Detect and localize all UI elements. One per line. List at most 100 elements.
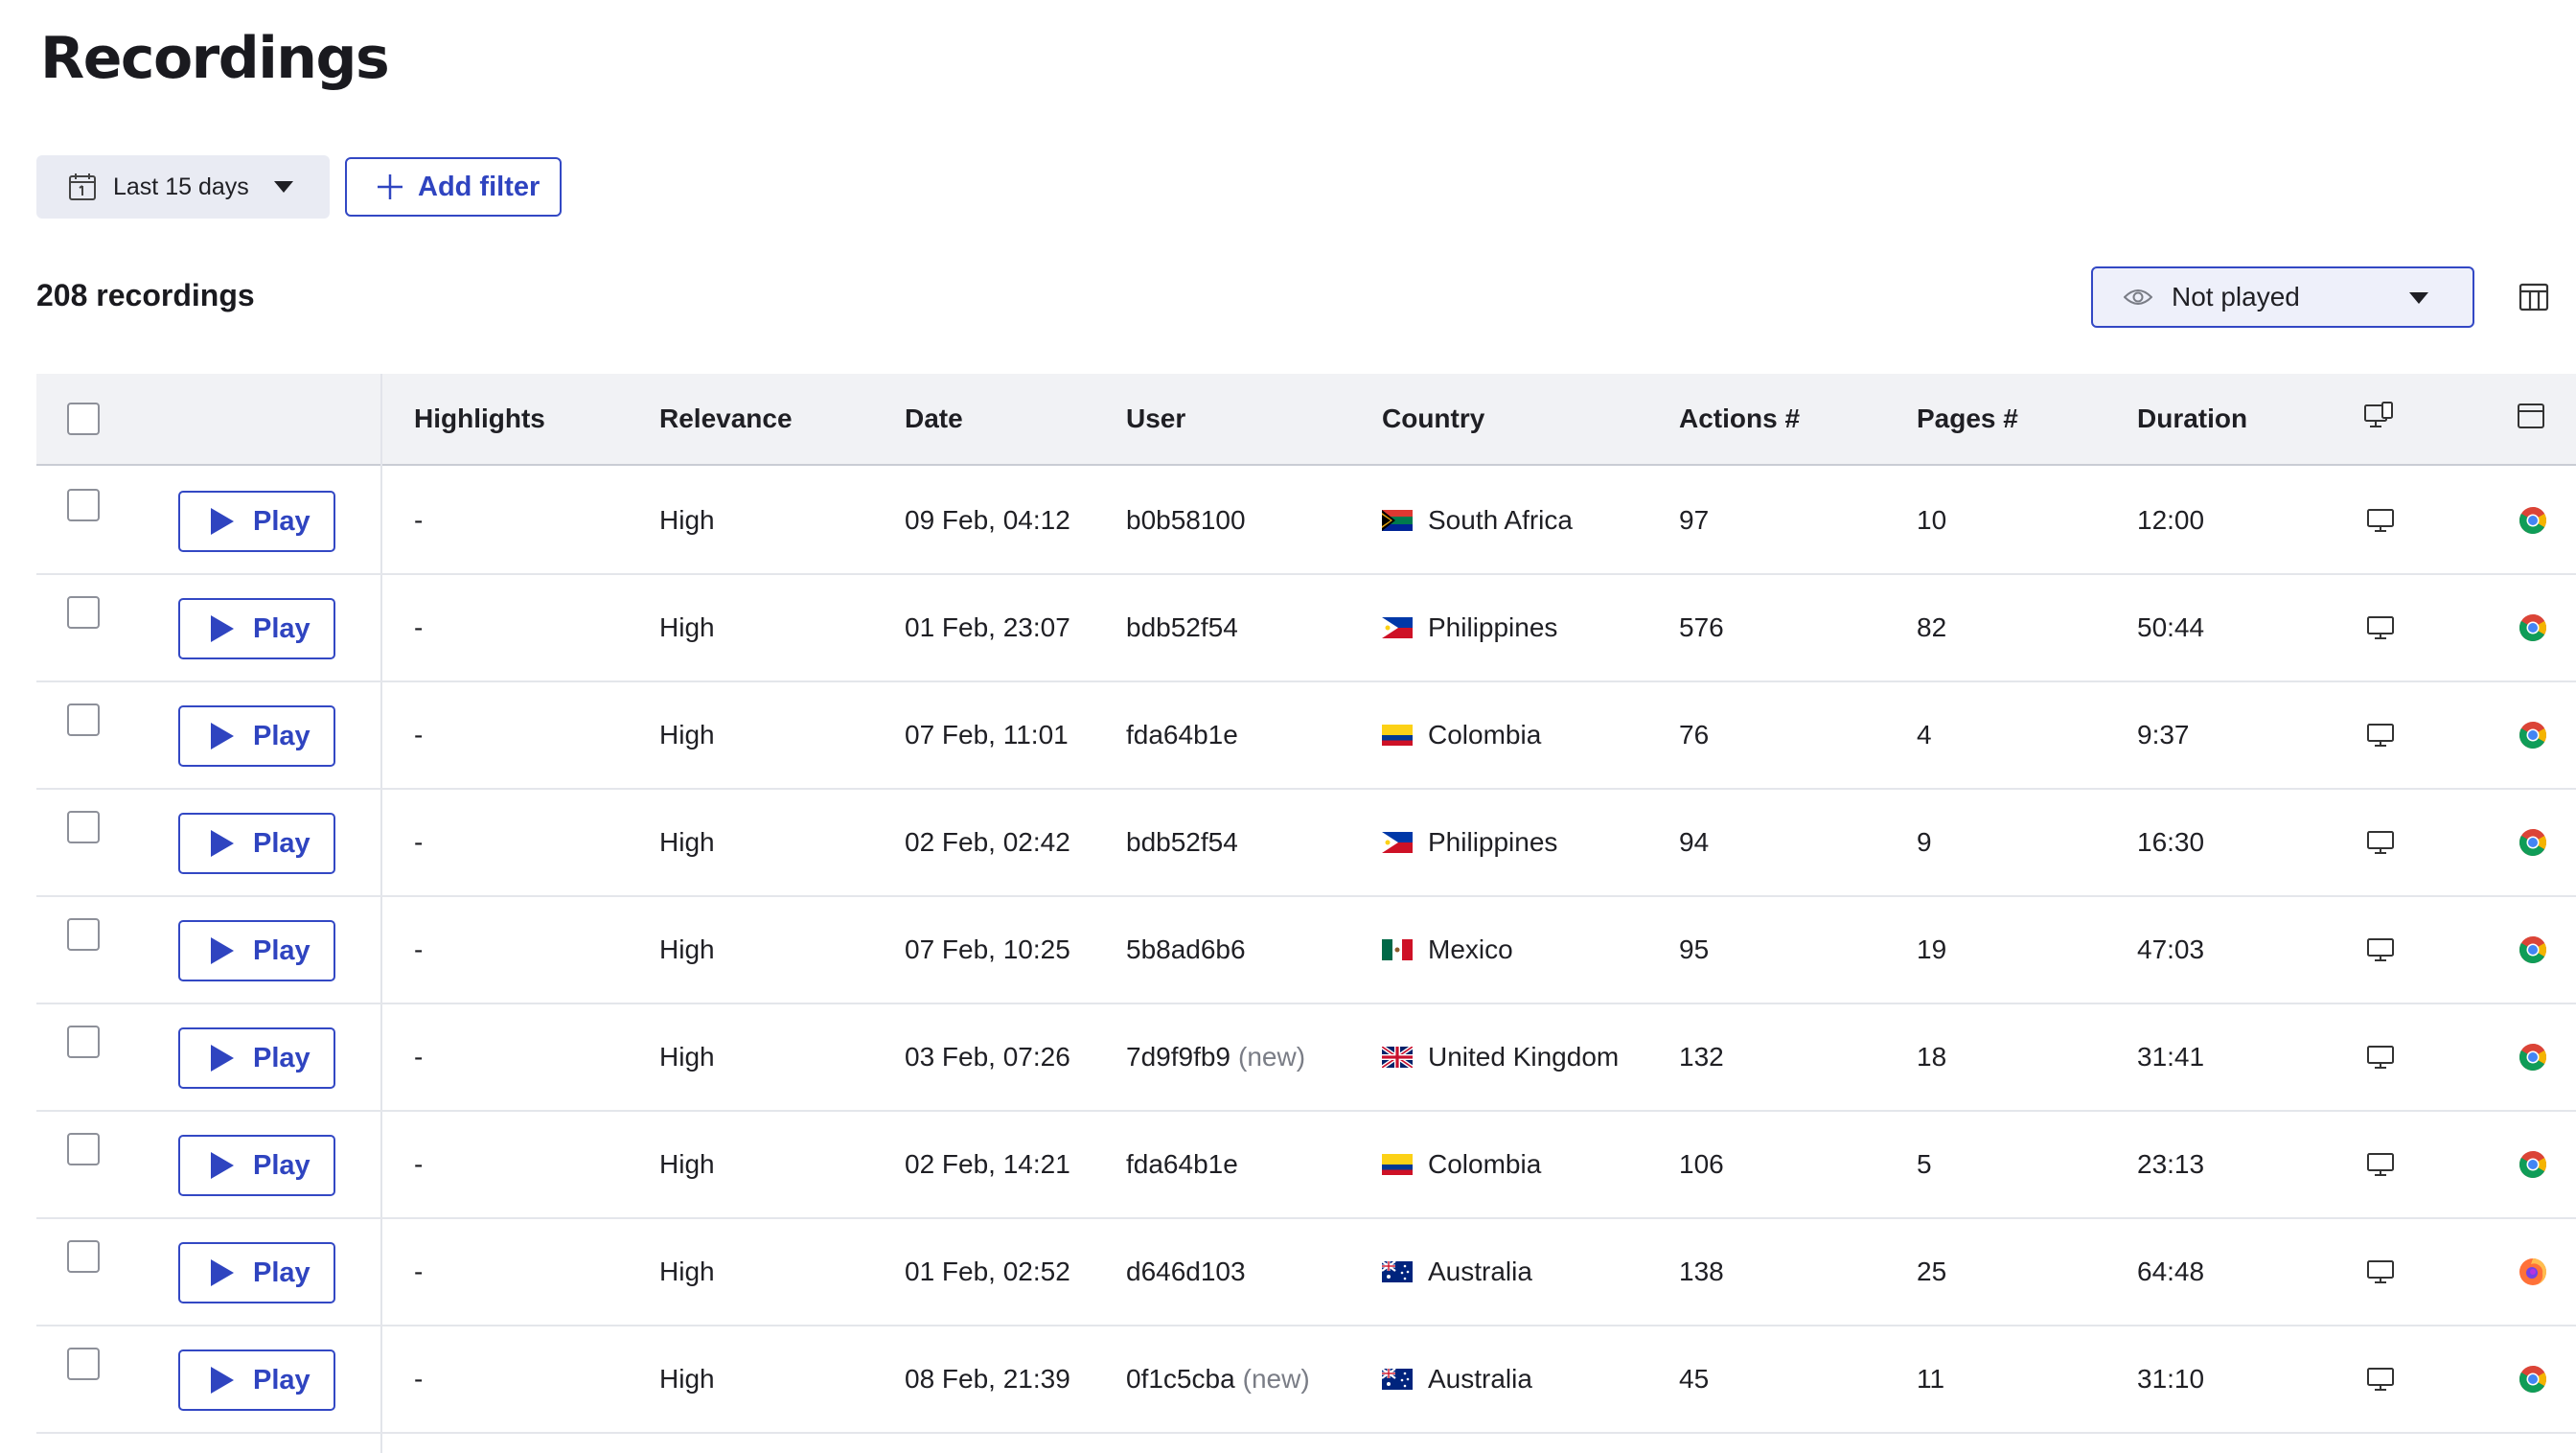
- row-checkbox[interactable]: [67, 1240, 100, 1273]
- column-highlights[interactable]: Highlights: [414, 374, 545, 464]
- row-checkbox[interactable]: [67, 1133, 100, 1165]
- play-button[interactable]: Play: [178, 1349, 335, 1411]
- page-title: Recordings: [40, 25, 390, 92]
- play-button[interactable]: Play: [178, 920, 335, 981]
- cell-user: 5b8ad6b6: [1126, 897, 1254, 1003]
- cell-duration: 9:37: [2137, 720, 2190, 750]
- play-button[interactable]: Play: [178, 1242, 335, 1303]
- column-browser[interactable]: [2517, 374, 2545, 464]
- desktop-icon: [2365, 614, 2396, 641]
- user-id: d646d103: [1126, 1257, 1246, 1286]
- eye-icon: [2124, 287, 2152, 308]
- cell-pages: 4: [1917, 720, 1932, 750]
- play-icon: [211, 723, 234, 750]
- cell-highlights: -: [414, 1042, 424, 1072]
- cell-relevance: High: [659, 612, 715, 642]
- chrome-icon: [2518, 934, 2548, 965]
- cell-browser: [2518, 790, 2548, 895]
- cell-user: b0b58100: [1126, 468, 1254, 573]
- play-button[interactable]: Play: [178, 813, 335, 874]
- play-label: Play: [253, 505, 310, 537]
- cell-browser: [2518, 1326, 2548, 1432]
- cell-device: [2365, 575, 2396, 680]
- desktop-icon: [2365, 1258, 2396, 1285]
- columns-settings-icon[interactable]: [2518, 282, 2549, 312]
- column-user[interactable]: User: [1126, 374, 1185, 464]
- desktop-icon: [2365, 1044, 2396, 1071]
- row-checkbox[interactable]: [67, 1026, 100, 1058]
- cell-user: d646d103: [1126, 1219, 1254, 1325]
- chrome-icon: [2518, 1364, 2548, 1395]
- play-button[interactable]: Play: [178, 598, 335, 659]
- date-range-dropdown[interactable]: Last 15 days: [36, 155, 330, 219]
- cell-duration: 31:10: [2137, 1364, 2205, 1394]
- plus-icon: [376, 173, 404, 201]
- column-pages[interactable]: Pages #: [1917, 374, 2018, 464]
- cell-country: Colombia: [1382, 682, 1541, 788]
- cell-date: 07 Feb, 10:25: [905, 934, 1070, 964]
- table-row[interactable]: Play - High 01 Feb, 02:52 d646d103 Australia 1…: [36, 1219, 2576, 1326]
- cell-duration: 23:13: [2137, 1149, 2205, 1179]
- cell-actions: 94: [1679, 827, 1710, 857]
- row-checkbox[interactable]: [67, 918, 100, 951]
- date-range-label: Last 15 days: [113, 173, 249, 200]
- cell-relevance: High: [659, 1149, 715, 1179]
- play-button[interactable]: Play: [178, 705, 335, 767]
- column-relevance[interactable]: Relevance: [659, 374, 793, 464]
- cell-country: Australia: [1382, 1219, 1532, 1325]
- row-checkbox[interactable]: [67, 1348, 100, 1380]
- country-name: Australia: [1428, 1364, 1532, 1394]
- column-country[interactable]: Country: [1382, 374, 1484, 464]
- play-button[interactable]: Play: [178, 1027, 335, 1089]
- table-row[interactable]: Play - High 07 Feb, 10:25 5b8ad6b6 Mexico 95 19…: [36, 897, 2576, 1004]
- row-checkbox[interactable]: [67, 703, 100, 736]
- user-id: fda64b1e: [1126, 720, 1238, 750]
- user-id: b0b58100: [1126, 505, 1246, 535]
- table-row[interactable]: Play - High 08 Feb, 21:39 0f1c5cba (new) Austr…: [36, 1326, 2576, 1434]
- table-row[interactable]: Play - High 09 Feb, 04:12 b0b58100 South Afri…: [36, 468, 2576, 575]
- recordings-page: Recordings Last 15 days Add filter 208 r…: [0, 0, 2576, 1453]
- table-row[interactable]: Play - High 01 Feb, 23:07 bdb52f54 Philippine…: [36, 575, 2576, 682]
- column-device[interactable]: [2363, 374, 2394, 464]
- cell-browser: [2518, 468, 2548, 573]
- cell-actions: 97: [1679, 505, 1710, 535]
- calendar-icon: [67, 172, 98, 202]
- cell-device: [2365, 468, 2396, 573]
- table-row[interactable]: Play - High 02 Feb, 02:42 bdb52f54 Philippine…: [36, 790, 2576, 897]
- user-id: 5b8ad6b6: [1126, 934, 1246, 964]
- add-filter-button[interactable]: Add filter: [345, 157, 562, 217]
- cell-highlights: -: [414, 505, 424, 535]
- table-row[interactable]: Play - High 07 Feb, 11:01 fda64b1e Colombia 76…: [36, 682, 2576, 790]
- select-all-checkbox[interactable]: [67, 403, 100, 435]
- play-button[interactable]: Play: [178, 1135, 335, 1196]
- play-button[interactable]: Play: [178, 491, 335, 552]
- cell-relevance: High: [659, 1257, 715, 1286]
- play-label: Play: [253, 1364, 310, 1395]
- flag-au-icon: [1382, 1369, 1413, 1390]
- table-row[interactable]: Play - High 02 Feb, 14:21 fda64b1e Colombia 10…: [36, 1112, 2576, 1219]
- row-checkbox[interactable]: [67, 596, 100, 629]
- cell-browser: [2518, 897, 2548, 1003]
- cell-actions: 138: [1679, 1257, 1724, 1286]
- row-checkbox[interactable]: [67, 489, 100, 521]
- column-actions[interactable]: Actions #: [1679, 374, 1800, 464]
- desktop-icon: [2365, 936, 2396, 963]
- flag-za-icon: [1382, 510, 1413, 531]
- chrome-icon: [2518, 720, 2548, 750]
- played-status-select[interactable]: Not played: [2091, 266, 2474, 328]
- country-name: Australia: [1428, 1257, 1532, 1286]
- cell-relevance: High: [659, 827, 715, 857]
- play-icon: [211, 508, 234, 535]
- column-duration[interactable]: Duration: [2137, 374, 2247, 464]
- cell-date: 08 Feb, 21:39: [905, 1364, 1070, 1394]
- column-date[interactable]: Date: [905, 374, 963, 464]
- cell-user: fda64b1e: [1126, 1112, 1246, 1217]
- cell-relevance: High: [659, 1042, 715, 1072]
- cell-actions: 45: [1679, 1364, 1710, 1394]
- user-id: 0f1c5cba: [1126, 1364, 1235, 1394]
- cell-device: [2365, 790, 2396, 895]
- cell-highlights: -: [414, 1257, 424, 1286]
- table-row[interactable]: Play - High 03 Feb, 07:26 7d9f9fb9 (new) Unite…: [36, 1004, 2576, 1112]
- row-checkbox[interactable]: [67, 811, 100, 843]
- play-icon: [211, 1259, 234, 1286]
